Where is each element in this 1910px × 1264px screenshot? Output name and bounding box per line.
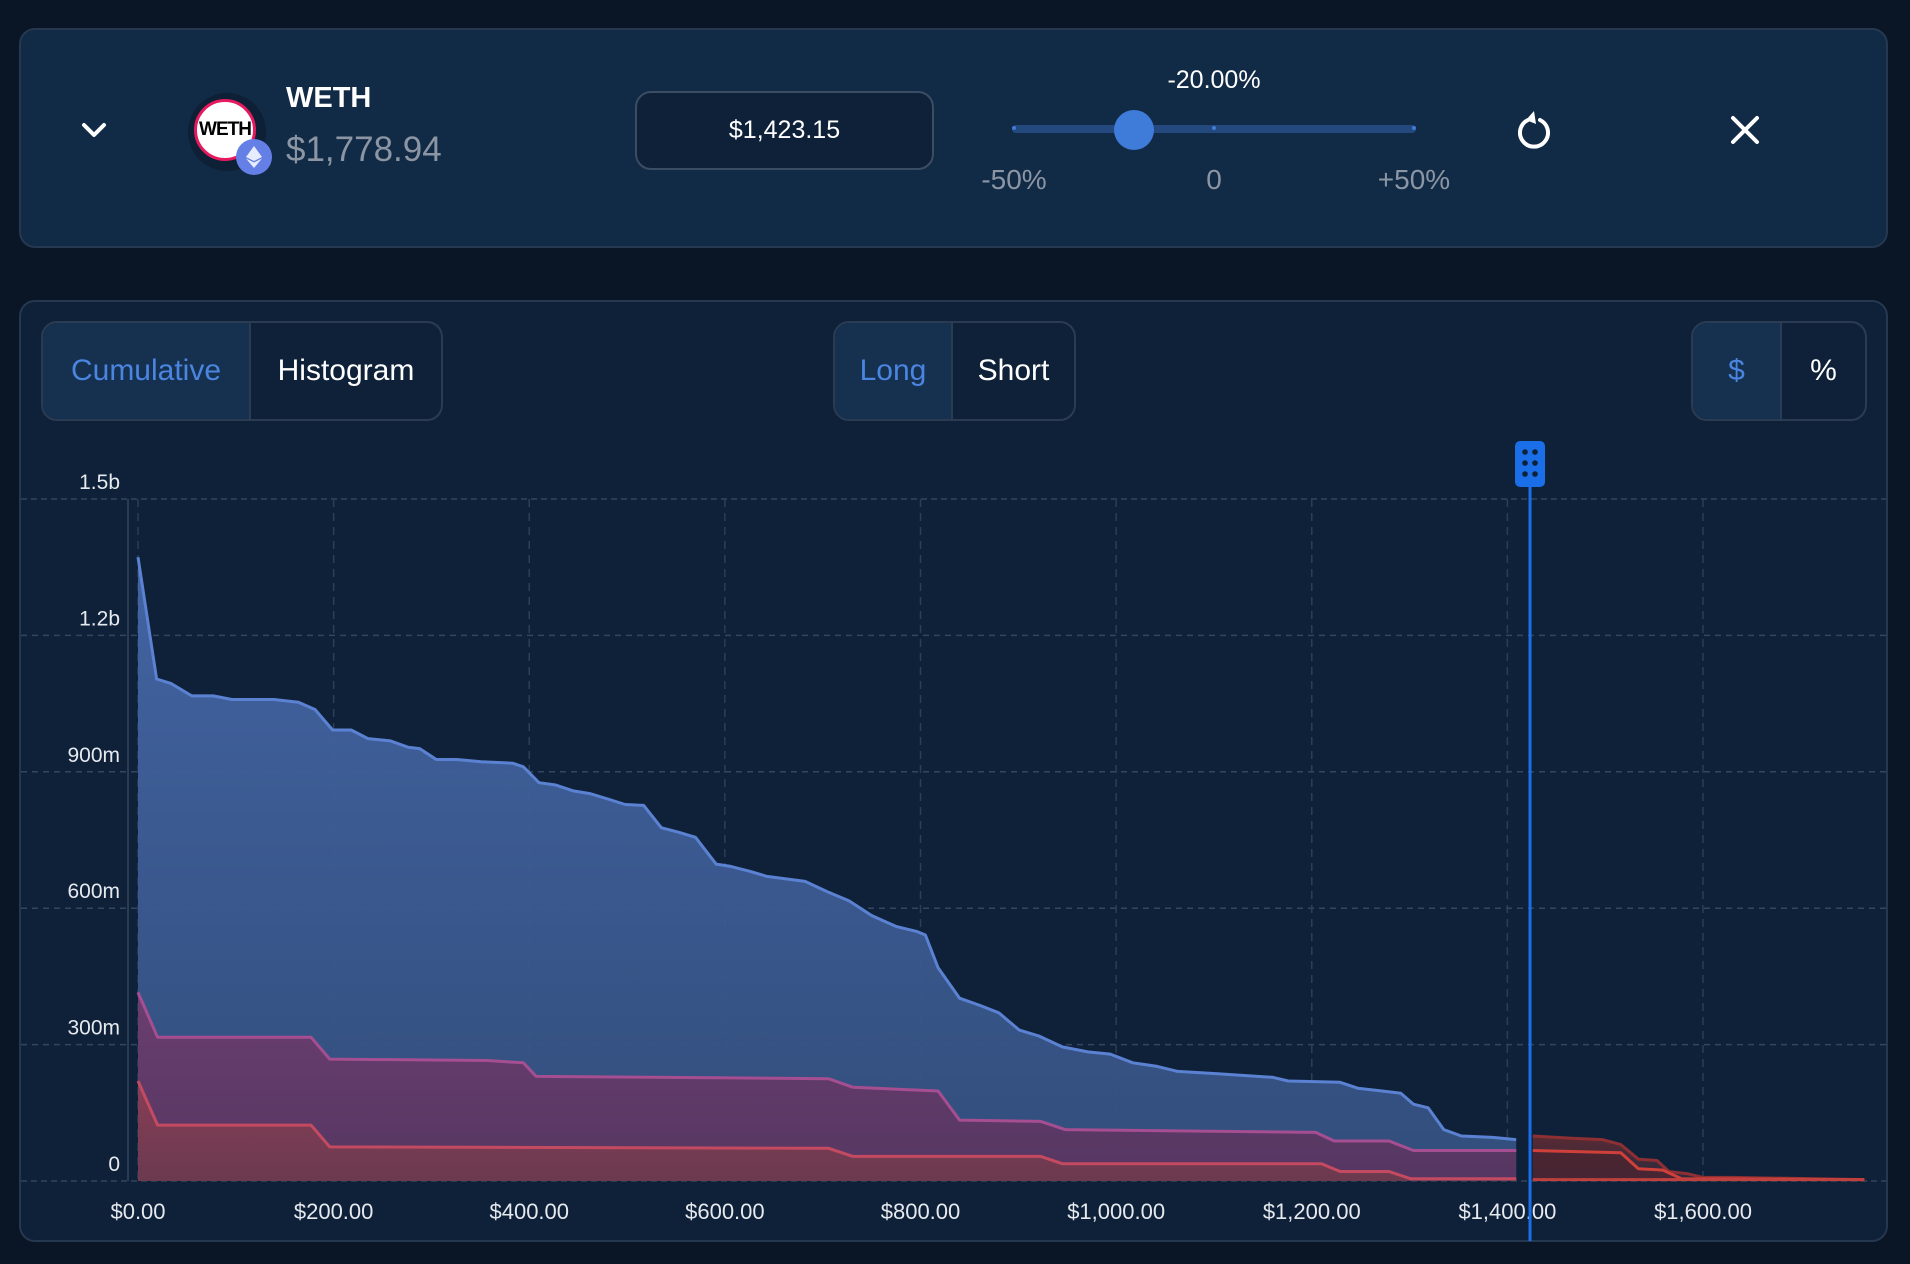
x-tick-label: $600.00 [685, 1199, 765, 1224]
y-tick-label: 1.2b [79, 607, 120, 630]
drag-handle-dot [1522, 460, 1528, 466]
x-tick-label: $200.00 [294, 1199, 374, 1224]
y-tick-label: 900m [67, 744, 120, 767]
drag-handle-dot [1522, 471, 1528, 477]
drag-handle-dot [1532, 449, 1538, 455]
y-tick-label: 1.5b [79, 471, 120, 494]
x-tick-label: $1,200.00 [1263, 1199, 1361, 1224]
y-tick-label: 600m [67, 880, 120, 903]
x-tick-label: $1,000.00 [1067, 1199, 1165, 1224]
x-tick-label: $1,600.00 [1654, 1199, 1752, 1224]
y-tick-label: 300m [67, 1017, 120, 1040]
liquidation-area-chart: 0 300m 600m 900m 1.2b 1.5b $0.00 $200.00 $400.00… [21, 441, 1886, 1241]
drag-handle-dot [1532, 460, 1538, 466]
drag-handle-dot [1532, 471, 1538, 477]
drag-handle-dot [1522, 449, 1528, 455]
x-tick-label: $400.00 [489, 1199, 569, 1224]
x-tick-label: $0.00 [110, 1199, 165, 1224]
x-tick-label: $1,400.00 [1458, 1199, 1556, 1224]
y-tick-label: 0 [108, 1153, 120, 1176]
price-line-drag-handle[interactable] [1515, 441, 1546, 487]
x-tick-label: $800.00 [881, 1199, 961, 1224]
